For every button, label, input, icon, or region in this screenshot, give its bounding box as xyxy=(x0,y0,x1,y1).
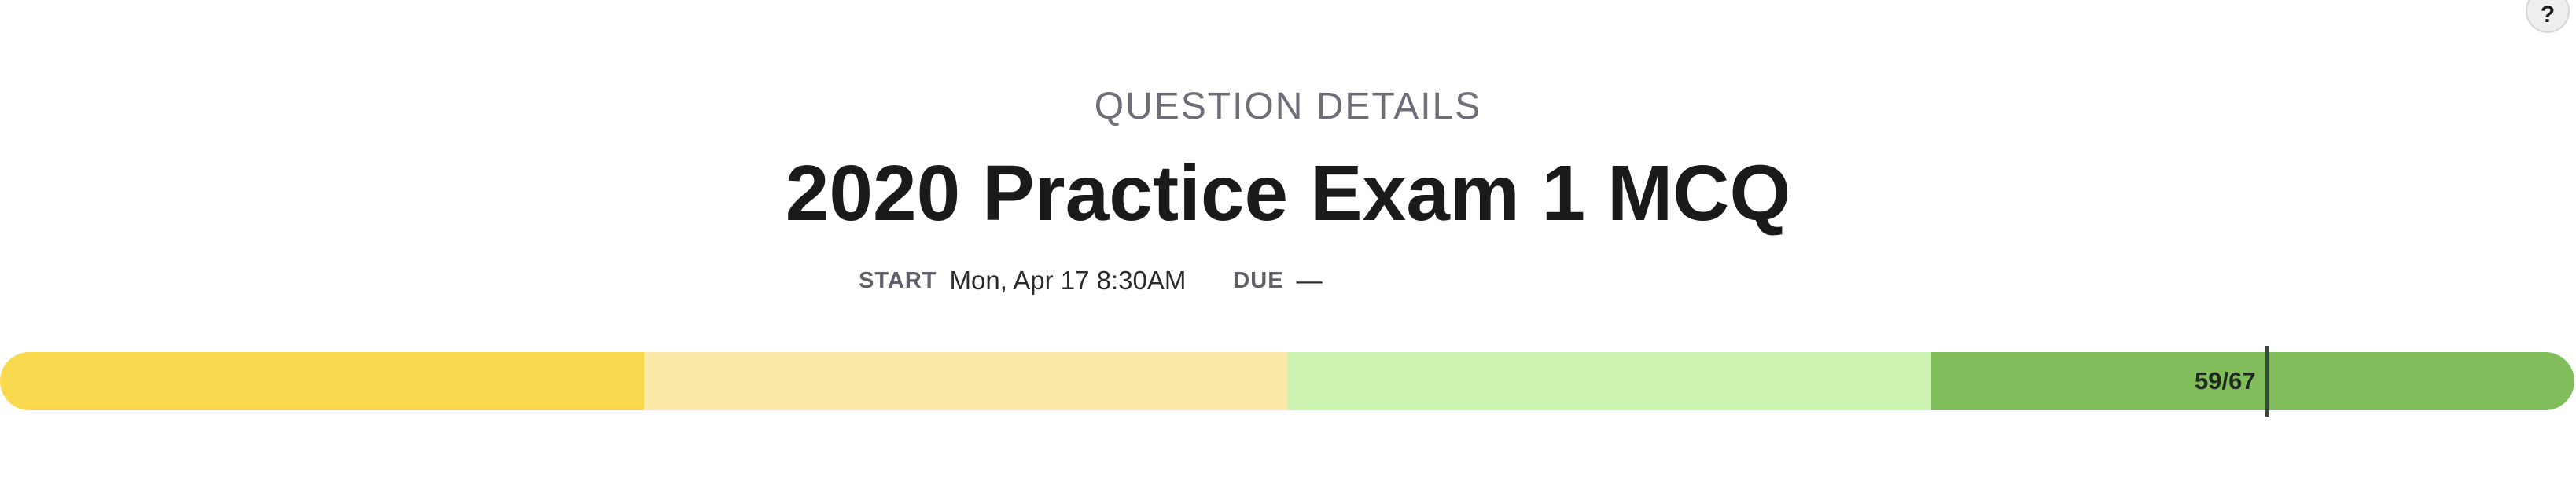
help-button-label: ? xyxy=(2540,2,2556,28)
progress-bar xyxy=(0,352,2574,410)
progress-marker xyxy=(2265,346,2269,417)
page-title: 2020 Practice Exam 1 MCQ xyxy=(785,149,1791,237)
progress-segment-1 xyxy=(0,352,644,410)
help-button[interactable]: ? xyxy=(2526,0,2570,33)
start-value: Mon, Apr 17 8:30AM xyxy=(949,266,1187,295)
progress-segment-3 xyxy=(1287,352,1931,410)
start-label: START xyxy=(859,267,937,293)
progress-count: 59/67 xyxy=(2195,367,2256,395)
assignment-dates: START Mon, Apr 17 8:30AM DUE — xyxy=(859,261,1323,300)
due-label: DUE xyxy=(1233,267,1284,293)
section-eyebrow: QUESTION DETAILS xyxy=(1094,86,1482,127)
due-value: — xyxy=(1296,266,1323,295)
progress-segment-2 xyxy=(643,352,1287,410)
